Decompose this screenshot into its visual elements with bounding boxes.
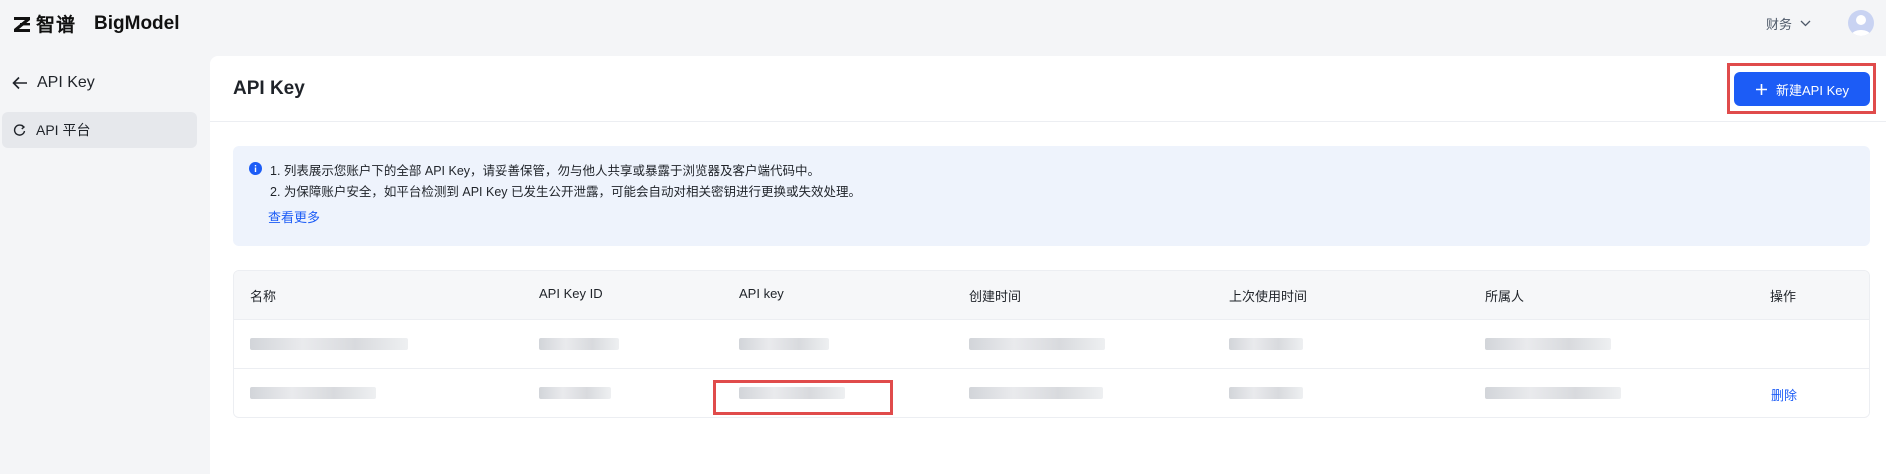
info-notice: 1. 列表展示您账户下的全部 API Key，请妥善保管，勿与他人共享或暴露于浏… (233, 146, 1870, 246)
column-header-api-key: API key (739, 286, 784, 301)
logo-chinese-text: 智谱 (36, 15, 77, 36)
api-key-table: 名称 API Key ID API key 创建时间 上次使用时间 所属人 操作… (233, 270, 1870, 418)
plus-icon (1756, 83, 1768, 95)
arrow-left-icon (12, 76, 27, 90)
page-title: API Key (233, 78, 305, 99)
finance-menu[interactable]: 财务 (1766, 14, 1811, 33)
redacted-api-key-id (539, 338, 619, 350)
brand-logo[interactable]: 智谱 BigModel (12, 10, 180, 37)
main-panel: API Key 新建API Key 1. 列表展示您账户下的全部 API Key… (210, 56, 1886, 474)
finance-label: 财务 (1766, 17, 1793, 32)
redacted-created-time (969, 387, 1103, 399)
top-bar: 智谱 BigModel 财务 (0, 0, 1886, 46)
create-api-key-button[interactable]: 新建API Key (1734, 72, 1870, 106)
column-header-owner: 所属人 (1485, 289, 1525, 304)
logo-english-text: BigModel (94, 12, 180, 34)
info-line-2: 2. 为保障账户安全，如平台检测到 API Key 已发生公开泄露，可能会自动对… (270, 185, 862, 199)
redacted-last-used-time (1229, 387, 1303, 399)
page-header: API Key 新建API Key (210, 56, 1886, 122)
column-header-last-used-time: 上次使用时间 (1229, 289, 1308, 304)
info-icon (249, 162, 262, 175)
back-button[interactable]: API Key (12, 74, 95, 92)
table-row: 删除 (234, 368, 1869, 417)
redacted-name (250, 338, 408, 350)
person-icon (1851, 15, 1871, 36)
redacted-name (250, 387, 376, 399)
redacted-api-key-id (539, 387, 611, 399)
info-line-1: 1. 列表展示您账户下的全部 API Key，请妥善保管，勿与他人共享或暴露于浏… (270, 164, 821, 178)
table-header: 名称 API Key ID API key 创建时间 上次使用时间 所属人 操作 (234, 271, 1869, 319)
delete-button[interactable]: 删除 (1771, 385, 1797, 404)
create-button-label: 新建API Key (1776, 82, 1849, 98)
redacted-created-time (969, 338, 1105, 350)
user-avatar-icon[interactable] (1848, 10, 1874, 36)
table-row (234, 319, 1869, 368)
view-more-link[interactable]: 查看更多 (268, 207, 320, 226)
redacted-last-used-time (1229, 338, 1303, 350)
redacted-owner (1485, 338, 1611, 350)
zhipu-logo-icon (14, 16, 30, 32)
sidebar-item-label: API 平台 (36, 122, 91, 138)
chevron-down-icon (1800, 20, 1811, 27)
platform-icon (13, 123, 26, 136)
column-header-created-time: 创建时间 (969, 289, 1022, 304)
redacted-api-key (739, 338, 829, 350)
back-label: API Key (37, 74, 95, 91)
redacted-owner (1485, 387, 1621, 399)
column-header-api-key-id: API Key ID (539, 286, 603, 301)
column-header-actions: 操作 (1770, 289, 1797, 304)
column-header-name: 名称 (250, 289, 277, 304)
redacted-api-key (739, 387, 845, 399)
sidebar-item-api-platform[interactable]: API 平台 (2, 112, 197, 148)
